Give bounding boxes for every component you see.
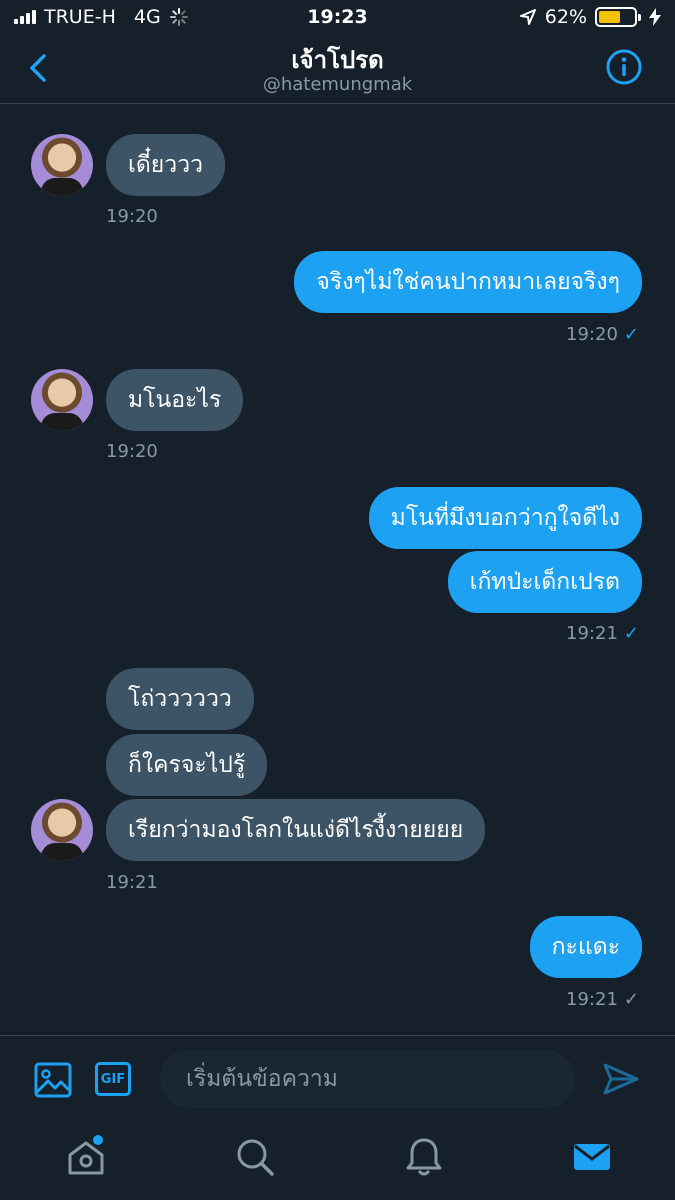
conversation-header: เจ้าโปรด @hatemungmak: [0, 34, 675, 104]
conversation-handle[interactable]: @hatemungmak: [0, 74, 675, 95]
sent-check-icon: ✓: [623, 324, 639, 345]
search-icon[interactable]: [233, 1135, 277, 1179]
message-composer: GIF: [0, 1035, 675, 1123]
gif-label: GIF: [100, 1071, 126, 1087]
image-icon[interactable]: [34, 1062, 72, 1098]
message-time: 19:21: [566, 623, 618, 644]
incoming-message[interactable]: มโนอะไร: [106, 369, 244, 431]
mail-icon[interactable]: [570, 1135, 614, 1179]
message-timestamp: 19:21 ✓: [566, 623, 639, 644]
avatar[interactable]: [31, 369, 93, 431]
message-timestamp: 19:20: [106, 441, 158, 462]
location-arrow-icon: [519, 9, 536, 25]
charging-bolt-icon: [649, 8, 661, 26]
outgoing-message[interactable]: เก้ทป่ะเด็กเปรต: [447, 551, 642, 613]
incoming-message[interactable]: ก็ใครจะไปรู้: [106, 734, 268, 796]
status-bar: TRUE-H 4G 19:23 62%: [0, 0, 675, 34]
read-check-icon: ✓: [623, 989, 639, 1010]
info-icon[interactable]: [605, 48, 643, 86]
sent-check-icon: ✓: [623, 623, 639, 644]
message-timestamp: 19:20: [106, 206, 158, 227]
signal-icon: [14, 10, 36, 24]
network-label: 4G: [133, 6, 161, 28]
carrier-label: TRUE-H: [44, 6, 116, 28]
battery-level: [599, 11, 621, 23]
message-timestamp: 19:20 ✓: [566, 324, 639, 345]
bottom-tab-bar: [0, 1123, 675, 1200]
avatar[interactable]: [31, 134, 93, 196]
outgoing-message[interactable]: จริงๆไม่ใช่คนปากหมาเลยจริงๆ: [294, 251, 642, 313]
outgoing-message[interactable]: กะแดะ: [529, 916, 642, 978]
outgoing-message[interactable]: มโนที่มึงบอกว่ากูใจดีไง: [368, 487, 642, 549]
bell-icon[interactable]: [402, 1135, 446, 1179]
avatar[interactable]: [31, 799, 93, 861]
notification-dot: [93, 1135, 103, 1145]
incoming-message[interactable]: เดี๋ยววว: [106, 134, 226, 196]
loading-spinner-icon: [169, 8, 188, 26]
message-timestamp: 19:21: [106, 872, 158, 893]
message-timestamp: 19:21 ✓: [566, 989, 639, 1010]
gif-button[interactable]: GIF: [95, 1062, 131, 1096]
message-input[interactable]: [160, 1050, 575, 1108]
incoming-message[interactable]: โถ่วววววว: [106, 668, 254, 730]
incoming-message[interactable]: เรียกว่ามองโลกในแง่ดีไรงี้งายยยย: [106, 799, 486, 861]
message-time: 19:20: [566, 324, 618, 345]
battery-icon: [595, 7, 641, 27]
battery-percent: 62%: [544, 6, 587, 28]
message-time: 19:21: [566, 989, 618, 1010]
send-icon[interactable]: [602, 1062, 640, 1096]
